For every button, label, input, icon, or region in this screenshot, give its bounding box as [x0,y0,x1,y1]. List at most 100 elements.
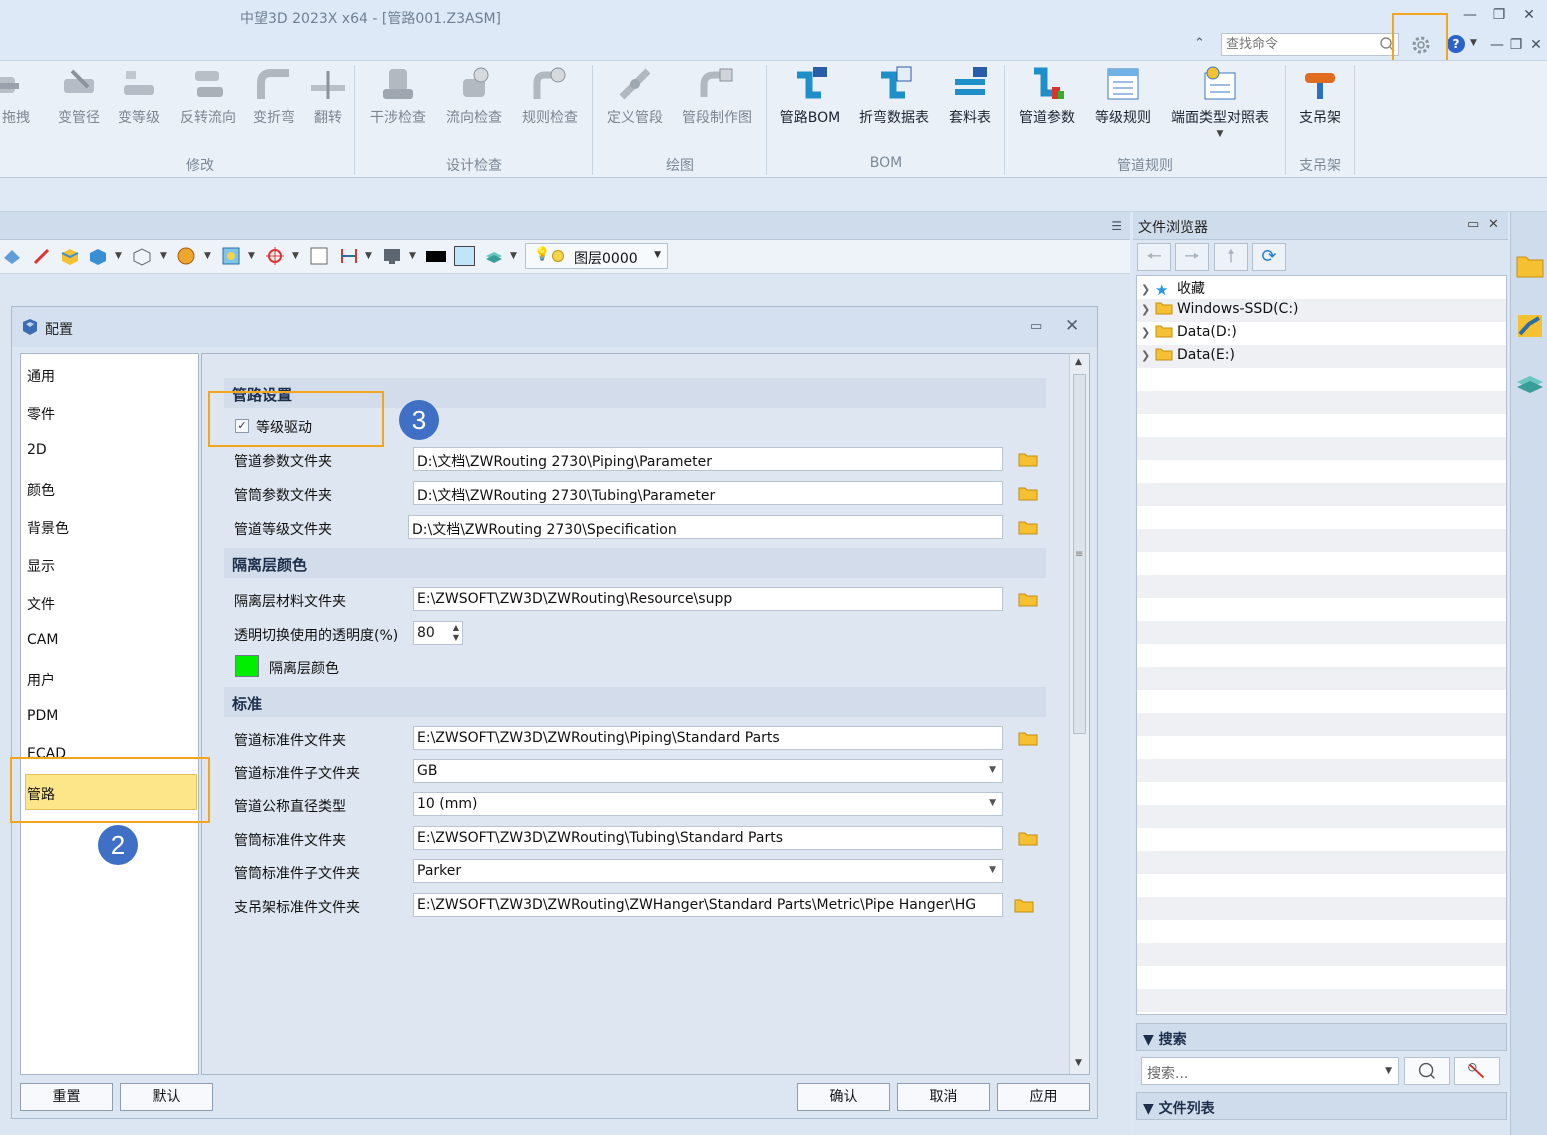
shaded-box-icon[interactable] [60,246,80,266]
doc-close-icon[interactable]: ✕ [1527,36,1545,54]
wireframe-box-icon[interactable] [132,246,152,266]
tree-item-drive-d[interactable]: ❯ Data(D:) [1141,324,1237,346]
nominal-diameter-type-select[interactable]: 10 (mm) ▼ [413,792,1003,816]
ribbon-hanger-button[interactable]: 支吊架 [1294,65,1346,127]
ribbon-define-segment-button[interactable]: 定义管段 [603,65,667,127]
folder-browse-icon[interactable] [1018,830,1038,846]
ribbon-pipe-parameters-button[interactable]: 管道参数 [1015,65,1079,127]
file-search-input[interactable]: 搜索... ▼ [1141,1057,1399,1085]
tree-item-drive-c[interactable]: ❯ Windows-SSD(C:) [1141,301,1299,323]
ribbon-bend-data-table-button[interactable]: 折弯数据表 [855,65,933,127]
command-search-box[interactable] [1221,33,1399,56]
target-icon[interactable] [265,246,285,266]
close-icon[interactable]: ✕ [1520,6,1538,24]
default-button[interactable]: 默认 [120,1083,213,1111]
dimension-icon[interactable] [339,246,359,266]
command-search-input[interactable] [1222,34,1372,55]
help-icon[interactable]: ? [1447,35,1465,53]
search-button[interactable] [1404,1057,1450,1085]
ribbon-flow-check-button[interactable]: 流向检查 [442,65,506,127]
scroll-up-icon[interactable]: ▲ [1075,357,1082,367]
ribbon-interference-check-button[interactable]: 干涉检查 [366,65,430,127]
category-2d[interactable]: 2D [27,442,47,458]
refresh-icon[interactable]: ⟳ [1252,243,1286,271]
dropdown-caret-icon[interactable]: ▼ [409,251,416,261]
settings-scrollbar[interactable]: ▲ ≡ ▼ [1069,354,1089,1074]
dropdown-caret-icon[interactable]: ▼ [204,251,211,261]
collapse-ribbon-icon[interactable]: ⌃ [1194,36,1205,51]
tree-item-drive-e[interactable]: ❯ Data(E:) [1141,347,1235,369]
category-display[interactable]: 显示 [27,556,55,576]
folder-icon[interactable] [1515,252,1545,280]
ribbon-piping-bom-button[interactable]: 管路BOM [777,65,843,127]
cancel-button[interactable]: 取消 [897,1083,990,1111]
layers-icon[interactable] [484,246,504,266]
ok-button[interactable]: 确认 [797,1083,890,1111]
clear-search-button[interactable] [1454,1057,1500,1085]
tube-parameter-folder-input[interactable]: D:\文档\ZWRouting 2730\Tubing\Parameter [413,481,1003,505]
help-dropdown-icon[interactable]: ▼ [1470,38,1477,48]
layer-select[interactable]: 💡 图层0000 ▼ [525,243,668,269]
tree-item-favorites[interactable]: ❯ ★ 收藏 [1141,278,1205,300]
render-mode-icon[interactable] [221,246,241,266]
face-color-swatch[interactable] [454,246,475,266]
restore-icon[interactable]: ❐ [1490,6,1508,24]
folder-browse-icon[interactable] [1018,591,1038,607]
ribbon-end-type-table-button[interactable]: 端面类型对照表 ▼ [1166,65,1274,139]
category-color[interactable]: 颜色 [27,480,55,500]
tube-standard-folder-input[interactable]: E:\ZWSOFT\ZW3D\ZWRouting\Tubing\Standard… [413,826,1003,850]
line-color-swatch[interactable] [426,251,446,262]
folder-browse-icon[interactable] [1018,485,1038,501]
ribbon-change-grade-button[interactable]: 变等级 [114,65,164,127]
doc-minimize-icon[interactable]: — [1488,36,1506,54]
dropdown-caret-icon[interactable]: ▼ [510,251,517,261]
display-icon[interactable] [382,246,402,266]
panel-options-icon[interactable]: ☰ [1111,219,1122,233]
panel-float-icon[interactable]: ▭ [1467,217,1479,232]
minimize-icon[interactable]: — [1461,6,1479,24]
ribbon-nesting-table-button[interactable]: 套料表 [945,65,995,127]
pin-icon[interactable]: ▭ [1030,319,1042,334]
pen-icon[interactable] [32,246,52,266]
search-section-header[interactable]: ▼ 搜索 [1136,1023,1507,1051]
pipe-parameter-folder-input[interactable]: D:\文档\ZWRouting 2730\Piping\Parameter [413,447,1003,471]
pipe-standard-folder-input[interactable]: E:\ZWSOFT\ZW3D\ZWRouting\Piping\Standard… [413,726,1003,750]
ribbon-drag-button[interactable]: 拖拽 [0,65,36,127]
dialog-title-bar[interactable]: 配置 ▭ ✕ [12,307,1097,347]
spinner-arrows-icon[interactable]: ▲ ▼ [453,623,459,643]
scroll-down-icon[interactable]: ▼ [1075,1058,1082,1068]
isolation-color-swatch[interactable] [235,655,259,677]
dropdown-caret-icon[interactable]: ▼ [160,251,167,261]
reset-button[interactable]: 重置 [20,1083,113,1111]
expand-arrow-icon[interactable]: ❯ [1141,349,1155,362]
transparency-spinner[interactable]: 80 ▲ ▼ [413,621,463,645]
category-cam[interactable]: CAM [27,632,58,648]
category-part[interactable]: 零件 [27,404,55,424]
category-user[interactable]: 用户 [27,670,55,690]
back-arrow-icon[interactable]: 🠔 [1137,243,1171,271]
isolation-material-folder-input[interactable]: E:\ZWSOFT\ZW3D\ZWRouting\Resource\supp [413,587,1003,611]
pipe-standard-subfolder-select[interactable]: GB ▼ [413,759,1003,783]
folder-browse-icon[interactable] [1018,451,1038,467]
layer-manager-icon[interactable] [1515,370,1545,398]
dialog-close-icon[interactable]: ✕ [1065,316,1079,336]
dropdown-caret-icon[interactable]: ▼ [115,251,122,261]
ribbon-segment-drawing-button[interactable]: 管段制作图 [678,65,756,127]
expand-arrow-icon[interactable]: ❯ [1141,283,1155,296]
end-type-dropdown-icon[interactable]: ▼ [1166,129,1274,139]
ribbon-rule-check-button[interactable]: 规则检查 [518,65,582,127]
zoom-window-icon[interactable] [309,246,329,266]
view-icon[interactable] [2,246,22,266]
ribbon-change-bend-button[interactable]: 变折弯 [250,65,298,127]
doc-restore-icon[interactable]: ❐ [1507,36,1525,54]
pipe-grade-folder-input[interactable]: D:\文档\ZWRouting 2730\Specification [408,515,1003,539]
folder-browse-icon[interactable] [1018,519,1038,535]
ribbon-change-diameter-button[interactable]: 变管径 [54,65,104,127]
ribbon-reverse-flow-button[interactable]: 反转流向 [176,65,240,127]
ribbon-flip-button[interactable]: 翻转 [308,65,348,127]
category-background[interactable]: 背景色 [27,518,69,538]
category-pdm[interactable]: PDM [27,708,58,724]
panel-close-icon[interactable]: ✕ [1488,217,1499,232]
folder-browse-icon[interactable] [1018,730,1038,746]
pipe-library-icon[interactable] [1515,312,1545,340]
